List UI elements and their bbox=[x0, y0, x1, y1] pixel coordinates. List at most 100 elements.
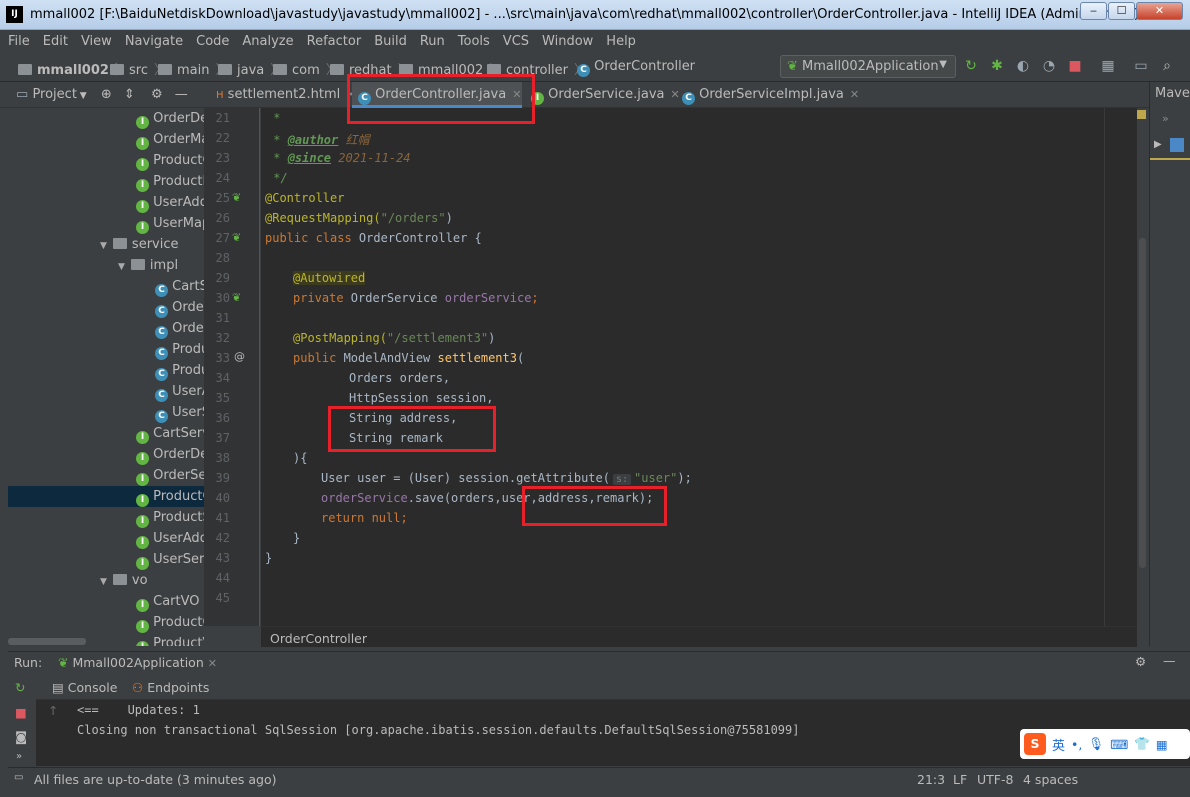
menu-build[interactable]: Build bbox=[374, 34, 407, 49]
tree-folder-service[interactable]: ▼ service bbox=[100, 234, 179, 255]
maven-goal-icon[interactable] bbox=[1170, 138, 1184, 152]
run-configuration-select[interactable]: ❦ Mmall002Application ▼ bbox=[780, 55, 956, 78]
tree-item[interactable]: I ProductS bbox=[136, 507, 204, 528]
gear-icon[interactable]: ⚙ bbox=[151, 87, 163, 102]
editor-breadcrumb[interactable]: OrderController bbox=[261, 626, 1137, 647]
scroll-thumb[interactable] bbox=[1139, 238, 1146, 568]
menu-navigate[interactable]: Navigate bbox=[125, 34, 183, 49]
close-button[interactable]: ✕ bbox=[1136, 2, 1183, 20]
menu-help[interactable]: Help bbox=[606, 34, 636, 49]
stop-icon[interactable]: ■ bbox=[15, 705, 27, 720]
crumb-com[interactable]: com〉 bbox=[273, 59, 339, 78]
menu-code[interactable]: Code bbox=[196, 34, 229, 49]
tree-item[interactable]: I UserAdd bbox=[136, 528, 204, 549]
tree-item[interactable]: C Orde bbox=[155, 318, 204, 339]
terminal-icon[interactable]: ▭ bbox=[1133, 58, 1149, 74]
tree-item[interactable]: C Orde bbox=[155, 297, 204, 318]
menu-file[interactable]: File bbox=[8, 34, 30, 49]
tree-item[interactable]: C Produ bbox=[155, 339, 204, 360]
tab-orderservice[interactable]: I OrderService.java ✕ bbox=[525, 82, 686, 108]
tree-item[interactable]: I ProductC bbox=[136, 150, 204, 171]
debug-icon[interactable]: ✱ bbox=[989, 58, 1005, 74]
bean-gutter-icon[interactable]: ❦ bbox=[232, 231, 241, 244]
toolbox-icon[interactable]: ▦ bbox=[1156, 737, 1168, 752]
close-tab-icon[interactable]: ✕ bbox=[208, 657, 217, 670]
crumb-ordercontroller[interactable]: C OrderController bbox=[577, 59, 695, 77]
tab-endpoints[interactable]: ⚇ Endpoints bbox=[132, 680, 209, 695]
inspection-indicator-icon[interactable] bbox=[1137, 110, 1146, 119]
horizontal-scrollbar[interactable] bbox=[8, 638, 86, 645]
tree-item[interactable]: C Produ bbox=[155, 360, 204, 381]
editor-scrollbar[interactable] bbox=[1137, 108, 1149, 646]
menu-refactor[interactable]: Refactor bbox=[307, 34, 362, 49]
collapse-icon[interactable]: ⇕ bbox=[124, 87, 135, 102]
gear-icon[interactable]: ⚙ bbox=[1135, 654, 1146, 669]
tree-item[interactable]: I OrderDe bbox=[136, 444, 204, 465]
tree-item[interactable]: I ProductM bbox=[136, 171, 204, 192]
cursor-position[interactable]: 21:3 bbox=[917, 772, 945, 787]
maximize-button[interactable]: ☐ bbox=[1108, 2, 1135, 20]
search-everywhere-icon[interactable]: ⌕ bbox=[1159, 58, 1175, 74]
tree-item[interactable]: C UserS bbox=[155, 402, 204, 423]
tab-console[interactable]: ▤ Console bbox=[52, 680, 117, 695]
tab-settlement2[interactable]: H settlement2.html ✕ bbox=[210, 82, 361, 108]
menu-window[interactable]: Window bbox=[542, 34, 593, 49]
indent-setting[interactable]: 4 spaces bbox=[1023, 772, 1078, 787]
ime-toolbar[interactable]: S 英 •, 🎙 ⌨ 👕 ▦ bbox=[1020, 729, 1190, 759]
console-output[interactable]: ↑ <== Updates: 1 Closing non transaction… bbox=[36, 700, 1190, 766]
project-tool-header[interactable]: ▭ Project ▼ ⊕ ⇕ ⚙ — bbox=[10, 82, 206, 108]
more-icon[interactable]: » bbox=[16, 751, 22, 762]
microphone-icon[interactable]: 🎙 bbox=[1088, 736, 1104, 752]
run-config-tab[interactable]: ❦ Mmall002Application ✕ bbox=[58, 655, 217, 670]
tree-folder-impl[interactable]: ▼ impl bbox=[118, 255, 178, 276]
scroll-up-icon[interactable]: ↑ bbox=[48, 703, 58, 718]
minimize-button[interactable]: ‒ bbox=[1080, 2, 1107, 20]
maven-panel[interactable]: Mave » ▶ bbox=[1149, 82, 1190, 646]
status-toggle-icon[interactable]: ▭ bbox=[14, 772, 23, 783]
maven-expand-icon[interactable]: » bbox=[1162, 112, 1169, 125]
rerun-icon[interactable]: ↻ bbox=[963, 58, 979, 74]
coverage-icon[interactable]: ◐ bbox=[1015, 58, 1031, 74]
menu-view[interactable]: View bbox=[81, 34, 112, 49]
menu-run[interactable]: Run bbox=[420, 34, 445, 49]
tree-item[interactable]: I OrderDe bbox=[136, 108, 204, 129]
line-separator[interactable]: LF bbox=[953, 772, 967, 787]
rerun-icon[interactable]: ↻ bbox=[15, 680, 25, 695]
skin-icon[interactable]: 👕 bbox=[1134, 736, 1150, 752]
menu-analyze[interactable]: Analyze bbox=[242, 34, 293, 49]
hide-icon[interactable]: — bbox=[1163, 653, 1176, 668]
tree-item[interactable]: I UserAdd bbox=[136, 192, 204, 213]
project-structure-icon[interactable]: ▦ bbox=[1100, 58, 1116, 74]
mapping-gutter-icon[interactable]: @ bbox=[234, 350, 245, 363]
tree-item[interactable]: I OrderSe bbox=[136, 465, 204, 486]
tree-item[interactable]: I CartVO bbox=[136, 591, 200, 612]
profile-icon[interactable]: ◔ bbox=[1041, 58, 1057, 74]
tree-item-selected[interactable]: I ProductC bbox=[8, 486, 204, 507]
keyboard-icon[interactable]: ⌨ bbox=[1110, 737, 1128, 752]
camera-icon[interactable]: ◙ bbox=[15, 729, 27, 744]
tree-item[interactable]: I ProductV bbox=[136, 633, 204, 646]
menu-edit[interactable]: Edit bbox=[43, 34, 68, 49]
tree-folder-vo[interactable]: ▼ vo bbox=[100, 570, 148, 591]
tree-item[interactable]: I OrderMa bbox=[136, 129, 204, 150]
tree-item[interactable]: I ProductC bbox=[136, 612, 204, 633]
close-tab-icon[interactable]: ✕ bbox=[850, 88, 859, 101]
bean-gutter-icon[interactable]: ❦ bbox=[232, 191, 241, 204]
tree-item[interactable]: C UserA bbox=[155, 381, 204, 402]
run-maven-icon[interactable]: ▶ bbox=[1154, 139, 1162, 150]
stop-icon[interactable]: ■ bbox=[1067, 58, 1083, 74]
menu-vcs[interactable]: VCS bbox=[503, 34, 529, 49]
punctuation-icon[interactable]: •, bbox=[1071, 737, 1082, 752]
menu-tools[interactable]: Tools bbox=[458, 34, 490, 49]
locate-icon[interactable]: ⊕ bbox=[101, 87, 112, 102]
maven-label[interactable]: Mave bbox=[1155, 86, 1190, 101]
tab-orderserviceimpl[interactable]: C OrderServiceImpl.java ✕ bbox=[676, 82, 865, 108]
ime-language[interactable]: 英 bbox=[1052, 735, 1065, 754]
tree-item[interactable]: I CartServ bbox=[136, 423, 204, 444]
tree-item[interactable]: C CartS bbox=[155, 276, 204, 297]
tree-item[interactable]: I UserServ bbox=[136, 549, 204, 570]
autowired-gutter-icon[interactable]: ❦ bbox=[232, 291, 241, 304]
file-encoding[interactable]: UTF-8 bbox=[977, 772, 1013, 787]
hide-icon[interactable]: — bbox=[175, 87, 188, 102]
tree-item[interactable]: I UserMap bbox=[136, 213, 204, 234]
